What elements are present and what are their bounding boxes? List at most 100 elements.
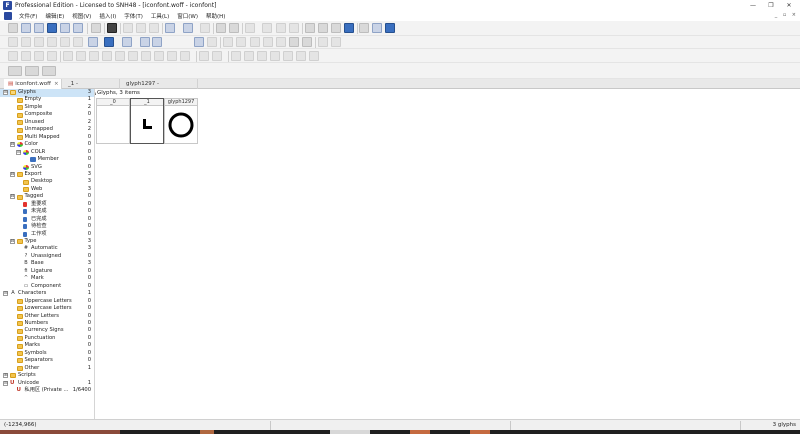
minimize-button[interactable]: — [744,0,762,11]
tree-item[interactable]: 已完成 0 [0,216,94,224]
menu-window[interactable]: 窗口(W) [173,12,202,20]
tree-item[interactable]: 待检查 0 [0,223,94,231]
copy-icon[interactable] [136,23,146,33]
corners-icon[interactable] [212,51,222,61]
font-info-icon[interactable] [359,23,369,33]
document-icon[interactable] [4,12,12,20]
subtract-icon[interactable] [89,51,99,61]
pencil-tool-icon[interactable] [73,37,83,47]
tree-item[interactable]: ⊞ Scripts [0,372,94,380]
collapse-icon[interactable]: ⊟ [9,194,15,200]
tree-item[interactable]: ^ Mark 0 [0,275,94,283]
tree-item[interactable]: ⊟ Export 3 [0,171,94,179]
tab-glyph-1[interactable]: _1 - iconfont.woff× [64,79,120,97]
close-button[interactable]: ✕ [780,0,798,11]
fit-window-icon[interactable] [194,37,204,47]
import-icon[interactable] [216,23,226,33]
refresh-icon[interactable] [200,23,210,33]
save-as-icon[interactable] [60,23,70,33]
tree-item[interactable]: Unused 2 [0,119,94,127]
document-settings-icon[interactable] [42,66,56,76]
tree-item[interactable]: Separators 0 [0,357,94,365]
tree-item[interactable]: Other 1 [0,365,94,373]
tab-iconfont-woff[interactable]: ▤ iconfont.woff × [4,79,62,89]
align-icon[interactable] [250,37,260,47]
tree-item[interactable]: ⊟ A Characters 1 [0,290,94,298]
tree-item[interactable]: ⊟ U Unicode 1 [0,380,94,388]
brush-icon[interactable] [263,37,273,47]
zoom-in-icon[interactable] [140,37,150,47]
menu-file[interactable]: 文件(F) [15,12,41,20]
taskbar-item[interactable] [470,430,490,434]
collapse-icon[interactable]: ⊟ [16,149,21,155]
shape-rect-icon[interactable] [289,37,299,47]
paste-icon[interactable] [149,23,159,33]
align-left-icon[interactable] [231,51,241,61]
export-icon[interactable] [229,23,239,33]
zoom-reset-icon[interactable] [207,37,217,47]
chain-icon[interactable] [289,23,299,33]
tree-item[interactable]: # Automatic 3 [0,245,94,253]
tree-item[interactable]: Lowercase Letters 0 [0,305,94,313]
remove-node-icon[interactable] [331,37,341,47]
taskbar-item[interactable] [330,430,370,434]
tree-item[interactable]: Numbers 0 [0,320,94,328]
tree-item[interactable]: Uppercase Letters 0 [0,298,94,306]
collapse-icon[interactable]: ⊟ [3,90,8,95]
binoculars-icon[interactable] [107,23,117,33]
glyph-cell[interactable]: _0 [96,98,130,144]
classes-icon[interactable] [331,23,341,33]
lock-icon[interactable] [309,51,319,61]
taskbar-item[interactable] [410,430,430,434]
tree-item[interactable]: Symbols 0 [0,350,94,358]
cut-icon[interactable] [123,23,133,33]
tree-item[interactable]: ⊟ Glyphs 3 [0,89,94,97]
open-folder-icon[interactable] [34,23,44,33]
tree-item[interactable]: Desktop 3 [0,178,94,186]
collapse-icon[interactable]: ⊟ [3,291,8,297]
transform-icon[interactable] [8,51,18,61]
align-right-icon[interactable] [257,51,267,61]
align-center-icon[interactable] [244,51,254,61]
glyph-cell-selected[interactable]: _1 [130,98,164,144]
metrics-icon[interactable] [305,23,315,33]
function-icon[interactable] [276,23,286,33]
rotate-icon[interactable] [21,51,31,61]
save-all-icon[interactable] [73,23,83,33]
collapse-icon[interactable]: ⊟ [3,380,8,386]
menu-edit[interactable]: 编辑(E) [41,12,68,20]
fill-icon[interactable] [276,37,286,47]
preview-icon[interactable] [385,23,395,33]
flip-vertical-icon[interactable] [236,37,246,47]
print-icon[interactable] [91,23,101,33]
link-icon[interactable] [245,23,255,33]
extremes-icon[interactable] [199,51,209,61]
scale-icon[interactable] [34,51,44,61]
undo-icon[interactable] [165,23,175,33]
tree-item[interactable]: ▭ Component 0 [0,283,94,291]
image-tool-icon[interactable] [88,37,98,47]
tree-item[interactable]: ⊟ Color 0 [0,141,94,149]
tree-item[interactable]: ⊟ Tagged 0 [0,193,94,201]
tree-item[interactable]: Punctuation 0 [0,335,94,343]
ellipse-tool-icon[interactable] [34,37,44,47]
tree-item[interactable]: Simple 2 [0,104,94,112]
tree-item[interactable]: ⊟ COLR 0 [0,149,94,157]
tree-item[interactable]: Unmapped 2 [0,126,94,134]
menu-insert[interactable]: 插入(I) [95,12,120,20]
taskbar-item[interactable] [200,430,214,434]
tree-item[interactable]: Other Letters 0 [0,313,94,321]
tree-item[interactable]: Marks 0 [0,342,94,350]
open-file-icon[interactable] [21,23,31,33]
knife-tool-icon[interactable] [21,37,31,47]
collapse-icon[interactable]: ⊟ [9,239,15,244]
tree-item[interactable]: U 私用区 (Private ... 1/6400 [0,387,94,395]
direction-icon[interactable] [167,51,177,61]
tree-item[interactable]: ? Unassigned 0 [0,253,94,261]
tree-item[interactable]: Empty 1 [0,96,94,104]
pen-tool-icon[interactable] [60,37,70,47]
rectangle-tool-icon[interactable] [8,37,18,47]
merge-icon[interactable] [141,51,151,61]
kerning-icon[interactable] [318,23,328,33]
new-glyph-icon[interactable] [8,66,22,76]
